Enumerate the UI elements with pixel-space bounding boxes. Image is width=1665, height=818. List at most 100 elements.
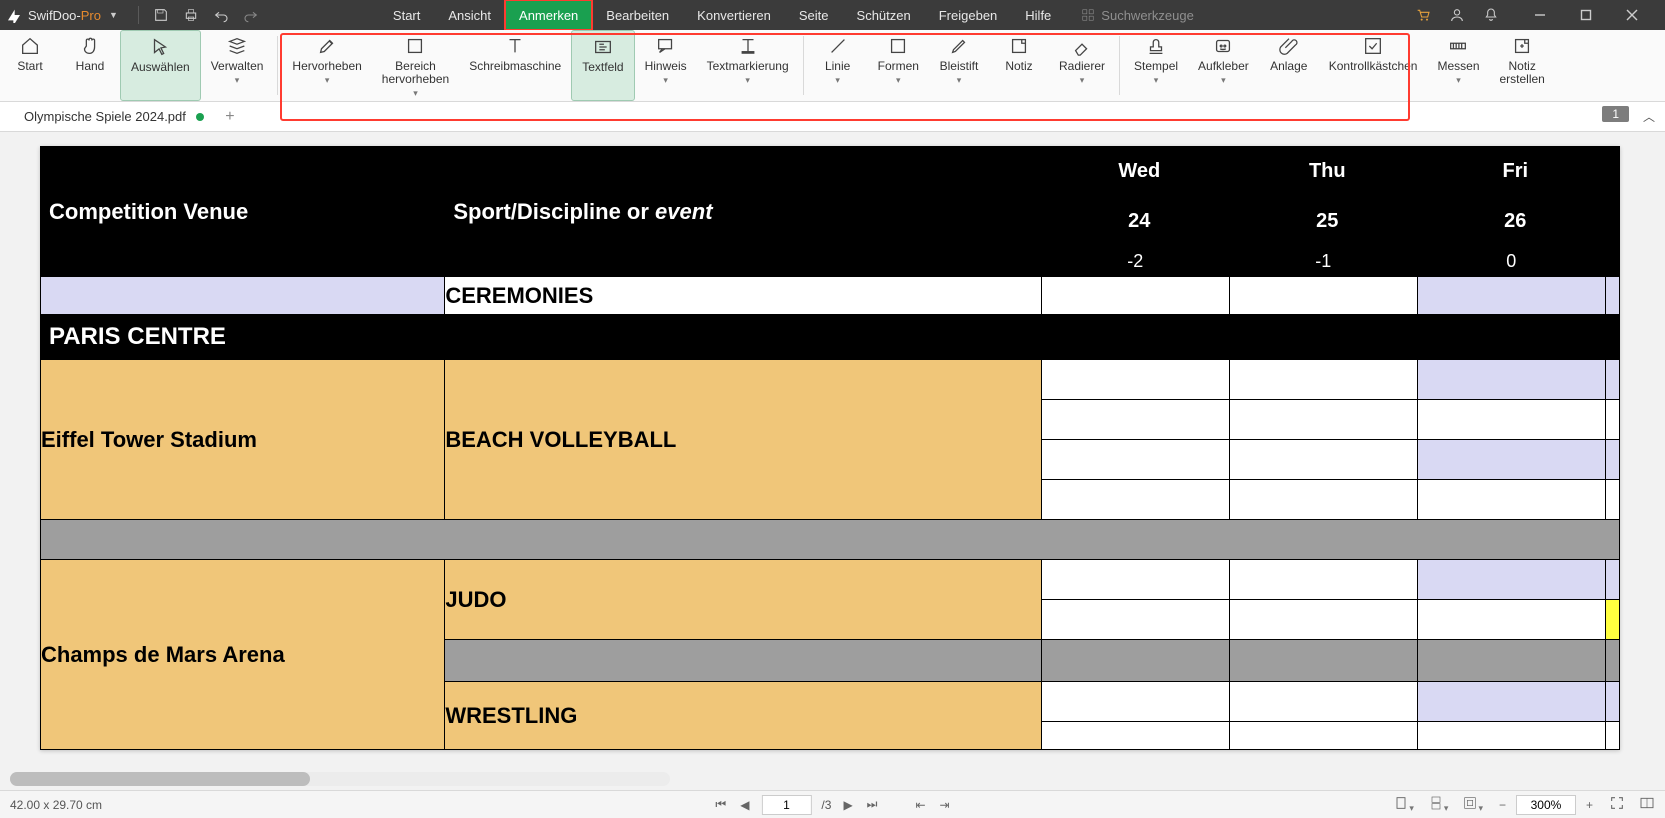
ribbon-textbox-button[interactable]: Textfeld — [571, 30, 634, 101]
ribbon-label: Stempel — [1134, 60, 1178, 73]
ribbon-label: Notiz — [1005, 60, 1032, 73]
attach-icon — [1277, 34, 1301, 58]
new-tab-button[interactable]: + — [218, 108, 242, 126]
hdr-day-2: Fri — [1417, 147, 1605, 197]
ribbon-newnote-button[interactable]: Notizerstellen — [1490, 30, 1555, 101]
page-badge: 1 — [1602, 106, 1629, 122]
ribbon-label: Textmarkierung — [707, 60, 789, 73]
menu-start[interactable]: Start — [379, 0, 434, 30]
next-page-button[interactable]: ▶ — [841, 798, 854, 812]
scroll-left-button[interactable]: ⇤ — [913, 798, 927, 812]
ribbon-attach-button[interactable]: Anlage — [1259, 30, 1319, 101]
ribbon-type-button[interactable]: Schreibmaschine — [459, 30, 571, 101]
ribbon-hand-button[interactable]: Hand — [60, 30, 120, 101]
user-icon[interactable] — [1449, 7, 1465, 23]
menu-hilfe[interactable]: Hilfe — [1011, 0, 1065, 30]
menu-schuetzen[interactable]: Schützen — [843, 0, 925, 30]
chevron-down-icon: ▾ — [957, 75, 962, 86]
scroll-right-button[interactable]: ⇥ — [938, 798, 952, 812]
prev-page-button[interactable]: ◀ — [738, 798, 751, 812]
chevron-down-icon: ▾ — [745, 75, 750, 86]
menu-ansicht[interactable]: Ansicht — [434, 0, 505, 30]
save-icon[interactable] — [153, 7, 169, 23]
menu-freigeben[interactable]: Freigeben — [925, 0, 1012, 30]
titlebar-right — [1405, 0, 1665, 30]
app-name: SwifDoo-Pro — [28, 8, 101, 23]
search-tools[interactable]: Suchwerkzeuge — [1081, 0, 1194, 30]
ribbon-stack-button[interactable]: Verwalten▾ — [201, 30, 274, 101]
app-logo-icon — [6, 7, 22, 23]
document-tabstrip: Olympische Spiele 2024.pdf + 1 ︿ — [0, 102, 1665, 132]
first-page-button[interactable]: ⏮ — [713, 797, 728, 812]
page-input[interactable] — [761, 795, 811, 815]
ribbon-note-button[interactable]: Notiz — [989, 30, 1049, 101]
textmark-icon — [736, 34, 760, 58]
hdr-venue: Competition Venue — [41, 147, 445, 277]
horizontal-scrollbar[interactable] — [10, 772, 670, 786]
read-mode-icon[interactable] — [1639, 795, 1655, 814]
ribbon-highlight-button[interactable]: Hervorheben▾ — [282, 30, 371, 101]
view-fit-icon[interactable]: ▾ — [1462, 795, 1483, 814]
ribbon-label: Formen — [878, 60, 919, 73]
view-continuous-icon[interactable]: ▾ — [1428, 795, 1449, 814]
zoom-input[interactable] — [1516, 795, 1576, 815]
app-menu-dropdown[interactable]: ▼ — [109, 10, 118, 20]
measure-icon — [1446, 34, 1470, 58]
pdf-page: Competition Venue Sport/Discipline or ev… — [40, 146, 1620, 750]
highlight-icon — [315, 34, 339, 58]
ribbon-measure-button[interactable]: Messen▾ — [1427, 30, 1489, 101]
ribbon-callout-button[interactable]: Hinweis▾ — [635, 30, 697, 101]
maximize-button[interactable] — [1563, 0, 1609, 30]
fullscreen-icon[interactable] — [1609, 795, 1625, 814]
hdr-sport: Sport/Discipline or event — [445, 147, 1041, 277]
minimize-button[interactable] — [1517, 0, 1563, 30]
cursor-icon — [148, 35, 172, 59]
ribbon-textmark-button[interactable]: Textmarkierung ▾ — [697, 30, 799, 101]
ribbon-area-button[interactable]: Bereichhervorheben▾ — [372, 30, 459, 101]
chevron-down-icon: ▾ — [1154, 75, 1159, 86]
bell-icon[interactable] — [1483, 7, 1499, 23]
ribbon-home-button[interactable]: Start — [0, 30, 60, 101]
undo-icon[interactable] — [213, 7, 229, 23]
menu-anmerken[interactable]: Anmerken — [505, 0, 592, 30]
ribbon-square-button[interactable]: Formen▾ — [868, 30, 929, 101]
ribbon: StartHandAuswählenVerwalten▾ Hervorheben… — [0, 30, 1665, 102]
last-page-button[interactable]: ⏭ — [865, 797, 880, 812]
ribbon-label: Bleistift — [940, 60, 979, 73]
ribbon-eraser-button[interactable]: Radierer▾ — [1049, 30, 1115, 101]
hdr-day-1: Thu — [1229, 147, 1417, 197]
ribbon-sticker-button[interactable]: Aufkleber▾ — [1188, 30, 1259, 101]
square-icon — [886, 34, 910, 58]
menu-konvertieren[interactable]: Konvertieren — [683, 0, 785, 30]
zoom-in-button[interactable]: + — [1584, 798, 1595, 812]
ribbon-line-button[interactable]: Linie▾ — [808, 30, 868, 101]
chevron-down-icon: ▾ — [663, 75, 668, 86]
textbox-icon — [591, 35, 615, 59]
document-tab-label: Olympische Spiele 2024.pdf — [24, 109, 186, 124]
ribbon-check-button[interactable]: Kontrollkästchen — [1319, 30, 1428, 101]
stack-icon — [225, 34, 249, 58]
chevron-down-icon: ▾ — [1221, 75, 1226, 86]
ribbon-label: Messen — [1437, 60, 1479, 73]
ribbon-cursor-button[interactable]: Auswählen — [120, 30, 201, 101]
chevron-down-icon: ▾ — [325, 75, 330, 86]
ribbon-label: Schreibmaschine — [469, 60, 561, 73]
ribbon-label: Notizerstellen — [1500, 60, 1545, 86]
document-tab[interactable]: Olympische Spiele 2024.pdf — [10, 102, 218, 131]
zoom-out-button[interactable]: − — [1497, 798, 1508, 812]
close-button[interactable] — [1609, 0, 1655, 30]
ribbon-pencil-button[interactable]: Bleistift ▾ — [929, 30, 989, 101]
menu-bearbeiten[interactable]: Bearbeiten — [592, 0, 683, 30]
view-single-icon[interactable]: ▾ — [1393, 795, 1414, 814]
menu-seite[interactable]: Seite — [785, 0, 843, 30]
row-ceremonies: CEREMONIES — [445, 277, 1041, 315]
ribbon-label: Verwalten — [211, 60, 264, 73]
ribbon-stamp-button[interactable]: Stempel ▾ — [1124, 30, 1188, 101]
ribbon-extra-group: Stempel▾Aufkleber▾AnlageKontrollkästchen… — [1124, 30, 1555, 101]
collapse-ribbon-button[interactable]: ︿ — [1643, 108, 1655, 125]
cart-icon[interactable] — [1415, 7, 1431, 23]
redo-icon[interactable] — [243, 7, 259, 23]
document-viewport[interactable]: Competition Venue Sport/Discipline or ev… — [0, 132, 1665, 790]
print-icon[interactable] — [183, 7, 199, 23]
ribbon-main-group: StartHandAuswählenVerwalten▾ — [0, 30, 273, 101]
